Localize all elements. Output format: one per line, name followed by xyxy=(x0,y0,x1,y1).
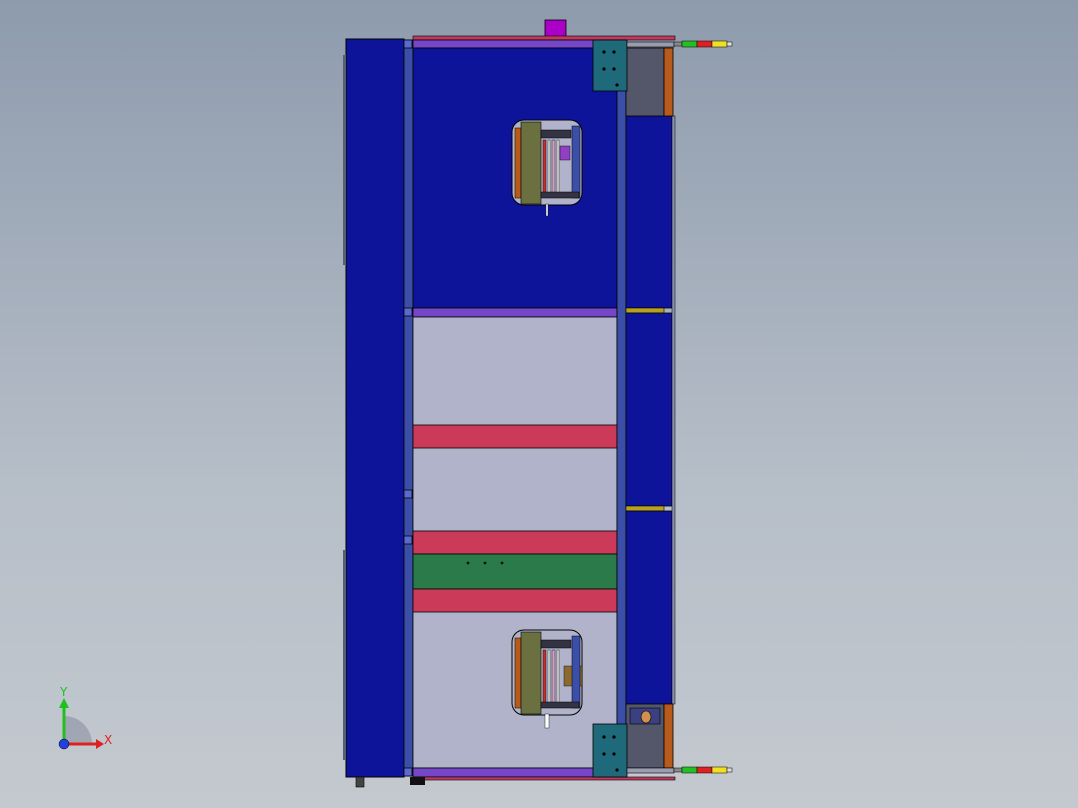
bottom-bracket-bolt-4 xyxy=(612,752,616,756)
top-bracket-bolt-3 xyxy=(602,67,606,71)
green-belt-screw-2 xyxy=(483,561,487,565)
bottom-teal-bracket xyxy=(592,723,628,778)
bottom-bracket-bolt-3 xyxy=(602,752,606,756)
olive-spacer-2 xyxy=(625,505,665,512)
right-column-block-1 xyxy=(625,115,673,309)
green-belt-screw-1 xyxy=(466,561,470,565)
upper-gripper-module[interactable] xyxy=(511,119,583,217)
rail-bracket-4 xyxy=(403,535,413,545)
upper-gripper-purple-arm xyxy=(559,145,571,161)
red-belt-2 xyxy=(412,530,618,555)
bottom-beacon-yellow xyxy=(711,766,728,774)
upper-gripper-blue-side xyxy=(571,125,581,199)
top-beacon-rod xyxy=(673,41,683,47)
top-motor-frame xyxy=(663,47,674,117)
red-belt-1 xyxy=(412,424,618,449)
lower-gripper-module[interactable] xyxy=(511,629,583,729)
green-belt-screw-3 xyxy=(500,561,504,565)
z-axis-origin xyxy=(58,738,70,750)
triad-xy-plane-arc xyxy=(64,716,92,744)
bottom-bracket-bolt-2 xyxy=(612,735,616,739)
bottom-bracket-bolt-1 xyxy=(602,735,606,739)
bottom-beacon-cap xyxy=(726,767,733,773)
coordinate-triad[interactable]: X Y xyxy=(58,685,112,750)
bottom-outline-bar xyxy=(412,776,676,781)
lower-gripper-rod-4 xyxy=(556,649,560,706)
top-teal-bracket xyxy=(592,39,628,92)
mid-purple-bar xyxy=(412,307,618,318)
upper-gripper-dark-block xyxy=(540,129,572,139)
lower-gripper-brown-plate xyxy=(514,637,522,709)
bottom-beacon-red xyxy=(696,766,713,774)
left-edge-strip-upper xyxy=(343,55,346,265)
upper-gripper-rod-4 xyxy=(556,139,560,196)
x-axis-label: X xyxy=(104,733,112,747)
lower-gripper-rod-2 xyxy=(547,649,551,706)
top-bracket-rail xyxy=(626,41,675,48)
lower-gripper-rod-3 xyxy=(551,649,556,706)
top-beacon-cap xyxy=(726,41,733,47)
right-edge-strip xyxy=(671,115,676,705)
inner-right-rail xyxy=(616,39,627,778)
foot-left xyxy=(355,776,365,788)
top-outline-bar xyxy=(412,35,676,41)
top-beacon-green xyxy=(681,40,698,48)
upper-gripper-olive-body xyxy=(520,121,542,205)
lower-gripper-probe xyxy=(544,713,550,729)
x-axis-arrowhead xyxy=(96,739,104,749)
foot-center xyxy=(410,777,425,785)
upper-gripper-rod-1 xyxy=(542,139,547,196)
bottom-beacon-rod xyxy=(673,767,683,773)
top-bracket-bolt-5 xyxy=(615,83,619,87)
bottom-beacon-green xyxy=(681,766,698,774)
top-beacon-red xyxy=(696,40,713,48)
bottom-pulley xyxy=(640,710,652,724)
upper-gripper-bottom-bar xyxy=(540,191,580,199)
rail-bracket-1 xyxy=(403,39,413,49)
bottom-purple-bar xyxy=(412,767,618,778)
lower-gripper-bottom-bar xyxy=(540,701,580,709)
lower-gripper-dark-block xyxy=(540,639,572,649)
cad-viewport[interactable]: X Y xyxy=(0,0,1078,808)
left-frame-column xyxy=(345,38,405,778)
red-belt-3 xyxy=(412,588,618,613)
top-bracket-bolt-4 xyxy=(612,67,616,71)
lower-gripper-blue-side xyxy=(571,635,581,709)
rail-bracket-2 xyxy=(403,307,413,317)
bottom-signal-beacon[interactable] xyxy=(673,766,733,774)
upper-gripper-brown-plate xyxy=(514,127,522,199)
green-belt xyxy=(412,553,618,590)
top-bracket-bolt-1 xyxy=(602,50,606,54)
top-purple-bar xyxy=(412,39,618,49)
left-edge-strip-lower xyxy=(343,550,346,760)
rail-bracket-3 xyxy=(403,489,413,499)
top-bracket-bolt-2 xyxy=(612,50,616,54)
rail-bracket-5 xyxy=(403,767,413,777)
upper-gripper-rod-3 xyxy=(551,139,556,196)
machine-assembly[interactable] xyxy=(343,19,733,788)
top-beacon-yellow xyxy=(711,40,728,48)
y-axis-label: Y xyxy=(59,685,68,699)
top-signal-beacon[interactable] xyxy=(673,40,733,48)
bottom-motor-frame xyxy=(663,703,674,769)
upper-gripper-rod-2 xyxy=(547,139,551,196)
right-column-block-3 xyxy=(625,510,673,705)
top-motor-housing xyxy=(625,47,665,117)
upper-gripper-probe xyxy=(545,203,549,217)
bottom-bracket-rail xyxy=(626,767,675,774)
lower-gripper-olive-body xyxy=(520,631,542,715)
inner-left-rail xyxy=(403,39,414,777)
y-axis-arrowhead xyxy=(59,698,69,708)
bottom-bracket-bolt-5 xyxy=(615,768,619,772)
right-column-block-2 xyxy=(625,312,673,507)
lower-gripper-rod-1 xyxy=(542,649,547,706)
olive-spacer-1 xyxy=(625,307,665,314)
